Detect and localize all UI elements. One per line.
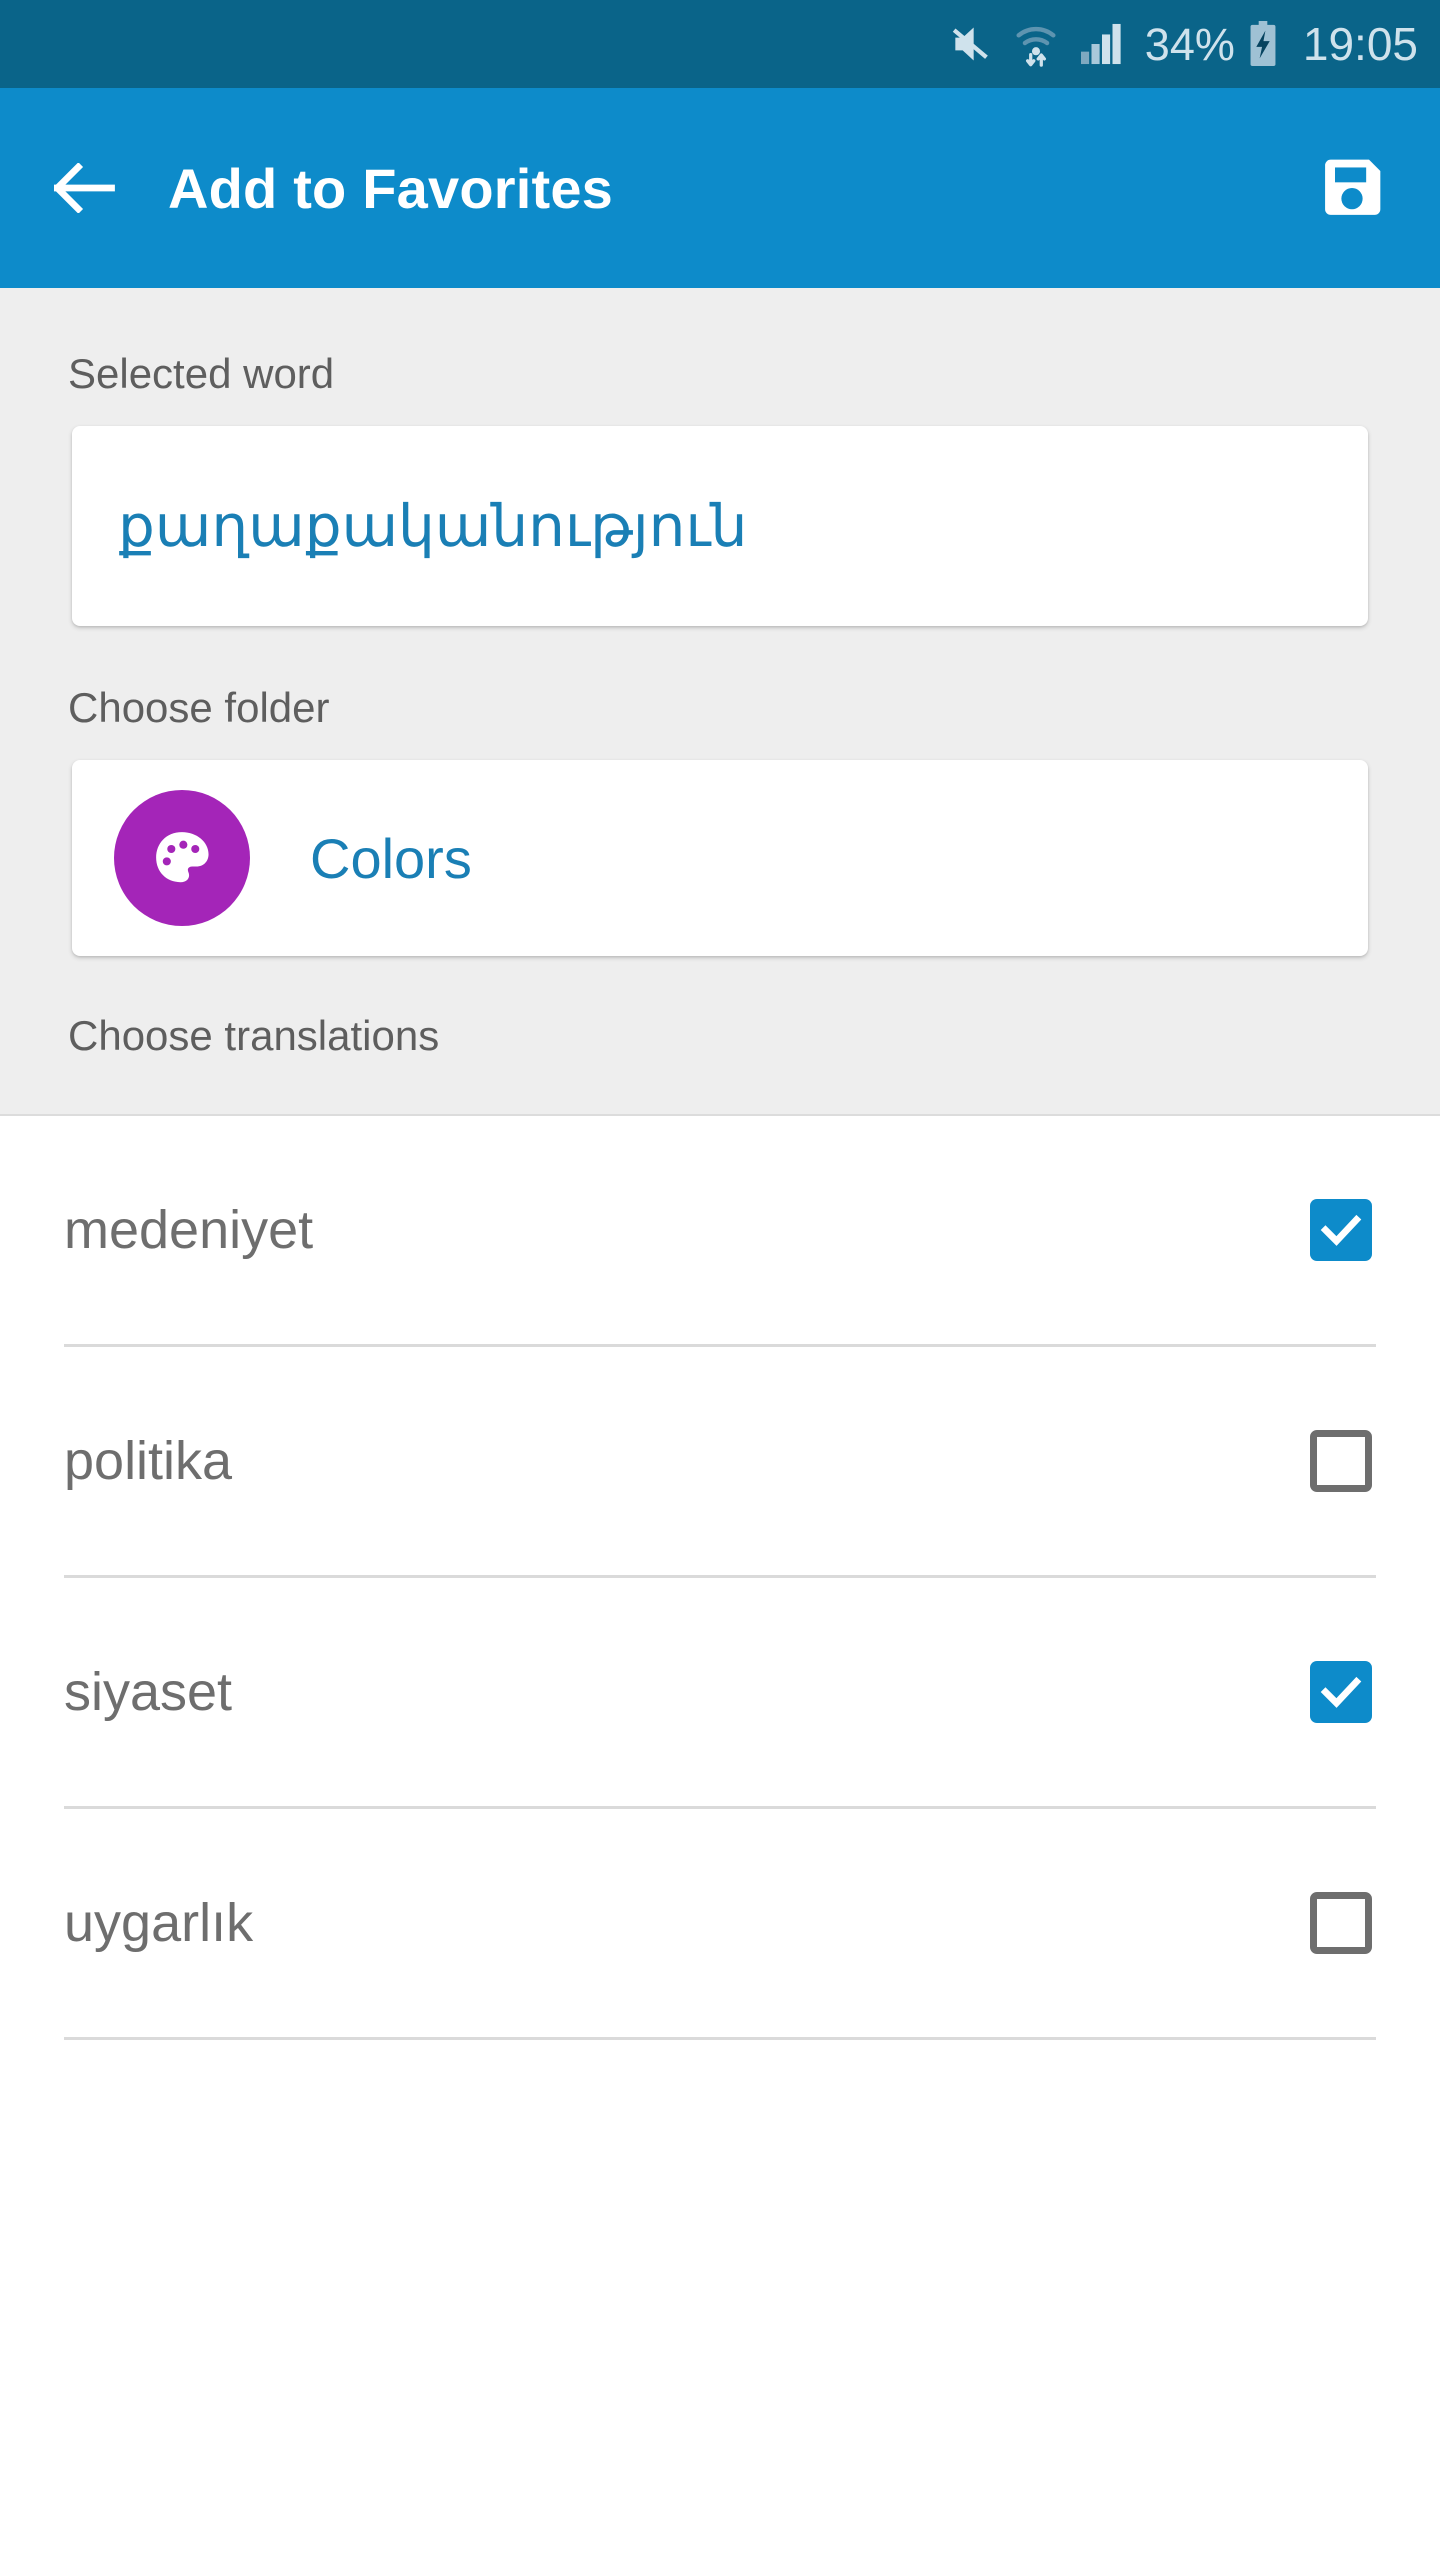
- choose-folder-label: Choose folder: [68, 684, 330, 731]
- folder-name-label: Colors: [310, 826, 472, 890]
- signal-icon: [1073, 16, 1131, 72]
- translation-checkbox[interactable]: [1310, 1199, 1372, 1261]
- mute-icon: [939, 16, 1001, 72]
- battery-percent-label: 34%: [1144, 18, 1235, 70]
- translation-label: siyaset: [64, 1662, 233, 1722]
- status-bar-icons: 34% 19:05: [939, 15, 1418, 73]
- save-floppy-icon[interactable]: [1316, 152, 1388, 224]
- translation-label: medeniyet: [64, 1200, 314, 1260]
- palette-icon: [114, 790, 250, 926]
- list-divider: [64, 2037, 1376, 2040]
- selected-word-value: քաղաքականություն: [118, 494, 748, 559]
- choose-translations-label: Choose translations: [68, 1012, 440, 1059]
- back-arrow-icon[interactable]: [50, 153, 120, 223]
- translation-label: politika: [64, 1431, 233, 1491]
- translations-list: medeniyet politika siyaset uygarlık: [0, 1116, 1440, 2560]
- translation-checkbox[interactable]: [1310, 1661, 1372, 1723]
- list-item[interactable]: siyaset: [0, 1578, 1440, 1806]
- translation-label: uygarlık: [64, 1893, 254, 1953]
- app-screen: 34% 19:05 Add to Favorites Selected word…: [0, 0, 1440, 2560]
- folder-selector[interactable]: Colors: [72, 760, 1368, 956]
- translation-checkbox[interactable]: [1310, 1892, 1372, 1954]
- app-bar: Add to Favorites: [0, 88, 1440, 288]
- wifi-icon: [1005, 15, 1067, 73]
- battery-charging-icon: [1243, 15, 1283, 73]
- list-item[interactable]: uygarlık: [0, 1809, 1440, 2037]
- page-title: Add to Favorites: [168, 156, 614, 220]
- selected-word-label: Selected word: [68, 350, 335, 397]
- form-panel: Selected word քաղաքականություն Choose fo…: [0, 288, 1440, 1116]
- list-item[interactable]: politika: [0, 1347, 1440, 1575]
- status-bar: 34% 19:05: [0, 0, 1440, 88]
- selected-word-field[interactable]: քաղաքականություն: [72, 426, 1368, 626]
- translation-checkbox[interactable]: [1310, 1430, 1372, 1492]
- clock-label: 19:05: [1302, 18, 1418, 70]
- list-item[interactable]: medeniyet: [0, 1116, 1440, 1344]
